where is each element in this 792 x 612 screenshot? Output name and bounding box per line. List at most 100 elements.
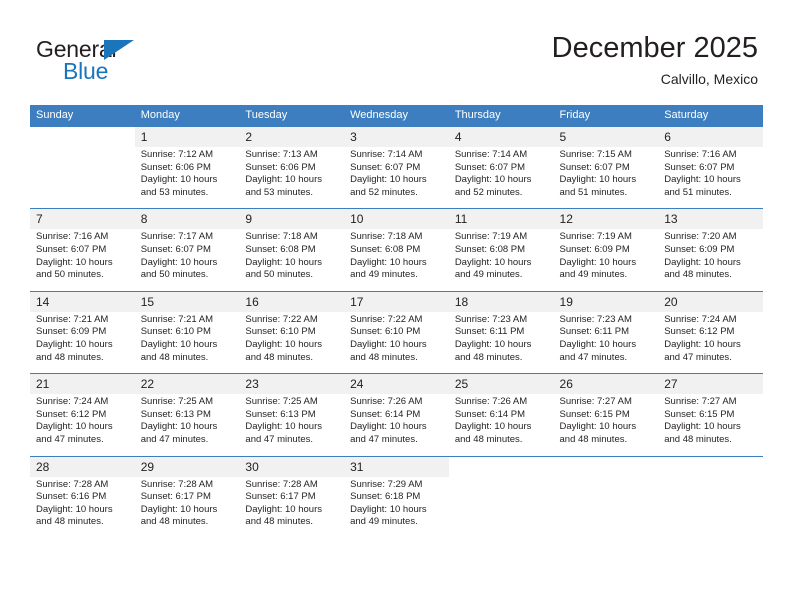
day-detail: Sunrise: 7:23 AM Sunset: 6:11 PM Daylight:…: [553, 311, 659, 374]
day-number[interactable]: 1: [134, 127, 240, 147]
day-detail-line: Sunrise: 7:28 AM: [140, 478, 214, 490]
calendar-page: General Blue December 2025 Calvillo, Mex…: [0, 0, 792, 612]
day-detail-line: and 49 minutes.: [454, 269, 523, 281]
calendar-grid: Sunday Monday Tuesday Wednesday Thursday…: [30, 105, 763, 538]
day-number[interactable]: 20: [658, 290, 763, 312]
day-number[interactable]: 4: [448, 127, 554, 147]
day-detail-line: Sunrise: 7:23 AM: [559, 313, 632, 325]
day-number[interactable]: 7: [30, 208, 135, 230]
day-detail-line: Daylight: 10 hours: [36, 256, 113, 268]
day-number[interactable]: 5: [553, 127, 659, 147]
day-detail: Sunrise: 7:28 AM Sunset: 6:17 PM Daylight:…: [239, 476, 345, 538]
day-number[interactable]: 3: [344, 127, 449, 147]
day-cell-empty: [448, 455, 554, 477]
day-number[interactable]: 21: [30, 373, 135, 395]
day-detail-line: Sunrise: 7:22 AM: [245, 313, 318, 325]
day-detail: Sunrise: 7:23 AM Sunset: 6:11 PM Daylight:…: [448, 311, 554, 374]
day-number[interactable]: 22: [134, 373, 240, 395]
day-number[interactable]: 29: [134, 455, 240, 477]
day-detail-line: Daylight: 10 hours: [350, 174, 427, 186]
day-detail-line: Sunrise: 7:29 AM: [350, 478, 423, 490]
day-detail-line: Daylight: 10 hours: [245, 503, 322, 515]
day-detail-line: and 51 minutes.: [664, 186, 732, 198]
day-number[interactable]: 26: [553, 373, 659, 395]
day-detail-line: and 48 minutes.: [454, 351, 523, 363]
day-detail-line: Sunrise: 7:17 AM: [140, 231, 214, 243]
day-detail-line: Daylight: 10 hours: [140, 174, 218, 186]
day-detail-line: Sunrise: 7:24 AM: [36, 396, 109, 408]
day-detail-line: Sunrise: 7:23 AM: [454, 313, 528, 325]
day-detail: Sunrise: 7:20 AM Sunset: 6:09 PM Daylight:…: [658, 229, 763, 292]
day-detail-line: Sunset: 6:10 PM: [140, 326, 211, 338]
day-number[interactable]: 23: [239, 373, 345, 395]
day-detail-line: Daylight: 10 hours: [350, 421, 427, 433]
day-number[interactable]: 27: [658, 373, 763, 395]
day-detail: Sunrise: 7:13 AM Sunset: 6:06 PM Daylight:…: [239, 147, 345, 209]
day-detail: Sunrise: 7:14 AM Sunset: 6:07 PM Daylight:…: [448, 147, 554, 209]
week-detail-row: Sunrise: 7:12 AM Sunset: 6:06 PM Daylight:…: [30, 147, 763, 209]
day-detail-line: Daylight: 10 hours: [350, 256, 427, 268]
day-number[interactable]: 30: [239, 455, 345, 477]
day-detail-line: and 48 minutes.: [559, 433, 628, 445]
day-detail-line: Sunrise: 7:19 AM: [454, 231, 528, 243]
day-detail-line: Daylight: 10 hours: [36, 338, 113, 350]
day-detail-line: Sunset: 6:07 PM: [140, 243, 211, 255]
day-number[interactable]: 9: [239, 208, 345, 230]
day-detail-line: Sunset: 6:08 PM: [454, 243, 526, 255]
day-detail-line: Daylight: 10 hours: [559, 174, 637, 186]
day-detail-line: Sunrise: 7:21 AM: [140, 313, 214, 325]
day-number[interactable]: 13: [658, 208, 763, 230]
day-detail-line: Sunrise: 7:16 AM: [664, 149, 737, 160]
day-detail-line: Daylight: 10 hours: [454, 421, 532, 433]
day-number[interactable]: 17: [344, 290, 449, 312]
day-number[interactable]: 31: [344, 455, 449, 477]
day-number[interactable]: 10: [344, 208, 449, 230]
day-detail-line: Daylight: 10 hours: [559, 256, 637, 268]
day-detail-line: Daylight: 10 hours: [454, 338, 532, 350]
title-block: December 2025 Calvillo, Mexico: [552, 30, 758, 89]
day-detail-line: Daylight: 10 hours: [559, 421, 637, 433]
day-detail-line: and 47 minutes.: [350, 433, 418, 445]
day-number[interactable]: 2: [239, 127, 345, 147]
day-detail: Sunrise: 7:27 AM Sunset: 6:15 PM Daylight:…: [658, 394, 763, 456]
day-number[interactable]: 18: [448, 290, 554, 312]
day-detail-line: and 47 minutes.: [245, 433, 314, 445]
day-number[interactable]: 24: [344, 373, 449, 395]
day-cell-empty: [658, 455, 763, 477]
day-detail-line: Daylight: 10 hours: [664, 174, 741, 186]
day-number[interactable]: 8: [134, 208, 240, 230]
day-detail-line: and 50 minutes.: [36, 269, 104, 281]
day-detail: Sunrise: 7:12 AM Sunset: 6:06 PM Daylight:…: [134, 147, 240, 209]
weekday-header-friday: Friday: [553, 105, 659, 127]
day-number[interactable]: 12: [553, 208, 659, 230]
day-number[interactable]: 19: [553, 290, 659, 312]
day-detail: Sunrise: 7:24 AM Sunset: 6:12 PM Daylight:…: [658, 311, 763, 374]
day-detail-line: Sunrise: 7:24 AM: [664, 313, 737, 325]
week-daynumber-row: 28 29 30 31: [30, 455, 763, 477]
day-detail-line: Sunset: 6:12 PM: [36, 408, 107, 420]
day-detail-line: Daylight: 10 hours: [140, 421, 218, 433]
day-number[interactable]: 11: [448, 208, 554, 230]
day-detail-line: Sunrise: 7:28 AM: [36, 478, 109, 490]
day-number[interactable]: 15: [134, 290, 240, 312]
day-detail: Sunrise: 7:25 AM Sunset: 6:13 PM Daylight:…: [239, 394, 345, 456]
day-detail-line: Sunset: 6:11 PM: [454, 326, 525, 338]
day-detail-line: Daylight: 10 hours: [454, 256, 532, 268]
day-detail-line: and 48 minutes.: [245, 351, 314, 363]
day-number[interactable]: 14: [30, 290, 135, 312]
day-detail-line: and 47 minutes.: [664, 351, 732, 363]
week-detail-row: Sunrise: 7:21 AM Sunset: 6:09 PM Daylight:…: [30, 311, 763, 374]
day-detail-line: and 48 minutes.: [245, 516, 314, 528]
week-detail-row: Sunrise: 7:24 AM Sunset: 6:12 PM Daylight:…: [30, 394, 763, 456]
day-detail-line: and 48 minutes.: [664, 269, 732, 281]
day-number[interactable]: 16: [239, 290, 345, 312]
day-detail: Sunrise: 7:25 AM Sunset: 6:13 PM Daylight:…: [134, 394, 240, 456]
day-detail: Sunrise: 7:18 AM Sunset: 6:08 PM Daylight:…: [239, 229, 345, 292]
day-detail-line: Sunset: 6:13 PM: [245, 408, 316, 420]
day-detail-line: and 48 minutes.: [454, 433, 523, 445]
day-number[interactable]: 6: [658, 127, 763, 147]
day-number[interactable]: 28: [30, 455, 135, 477]
day-detail-line: Sunrise: 7:25 AM: [245, 396, 318, 408]
day-detail-line: Daylight: 10 hours: [140, 503, 218, 515]
day-number[interactable]: 25: [448, 373, 554, 395]
